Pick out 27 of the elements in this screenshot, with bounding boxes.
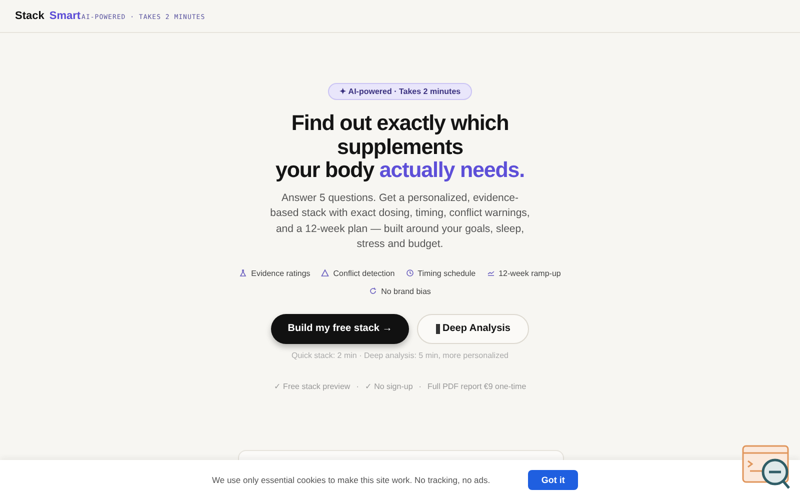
benefit-text: ✓ Free stack preview bbox=[274, 382, 350, 390]
benefit-text: · bbox=[356, 382, 359, 390]
intro-text: Answer 5 questions. Get a personalized, evidence-based stack with exact dosing, timing, conflict warnings, and a 12-week plan — built around your goals, sleep, stress and budget. bbox=[269, 190, 531, 252]
benefit-text: · bbox=[418, 382, 422, 390]
deep-analysis-button[interactable]: Deep Analysis bbox=[417, 314, 529, 344]
got-it-button[interactable]: Got it bbox=[528, 470, 578, 490]
feature-badge: ✦ AI-powered · Takes 2 minutes bbox=[328, 83, 472, 100]
feature-item: No brand bias bbox=[369, 286, 431, 296]
brand-name-accent[interactable]: Smart bbox=[49, 10, 81, 22]
refresh-icon bbox=[369, 287, 378, 295]
trend-icon bbox=[486, 269, 495, 277]
benefit-text: Full PDF report €9 one-time bbox=[427, 382, 526, 390]
clock-icon bbox=[406, 269, 414, 277]
feature-item: Conflict detection bbox=[321, 268, 395, 278]
feature-item: Timing schedule bbox=[406, 268, 476, 278]
browser-search-icon[interactable] bbox=[742, 445, 792, 491]
build-stack-button[interactable]: Build my free stack → bbox=[271, 314, 409, 344]
benefit-text: ✓ No sign-up bbox=[364, 382, 413, 390]
warning-icon bbox=[321, 269, 330, 277]
time-note: Quick stack: 2 min · Deep analysis: 5 min, more personalized bbox=[292, 350, 508, 360]
cookie-text: We use only essential cookies to make this site work. No tracking, no ads. bbox=[212, 475, 490, 485]
brand-name[interactable]: Stack bbox=[15, 10, 44, 22]
flask-icon bbox=[239, 269, 248, 277]
headline: Find out exactly which supplements your body actually needs. bbox=[274, 112, 526, 182]
feature-item: 12-week ramp-up bbox=[486, 268, 561, 278]
feature-item: Evidence ratings bbox=[239, 268, 310, 278]
bar-icon bbox=[436, 324, 440, 334]
